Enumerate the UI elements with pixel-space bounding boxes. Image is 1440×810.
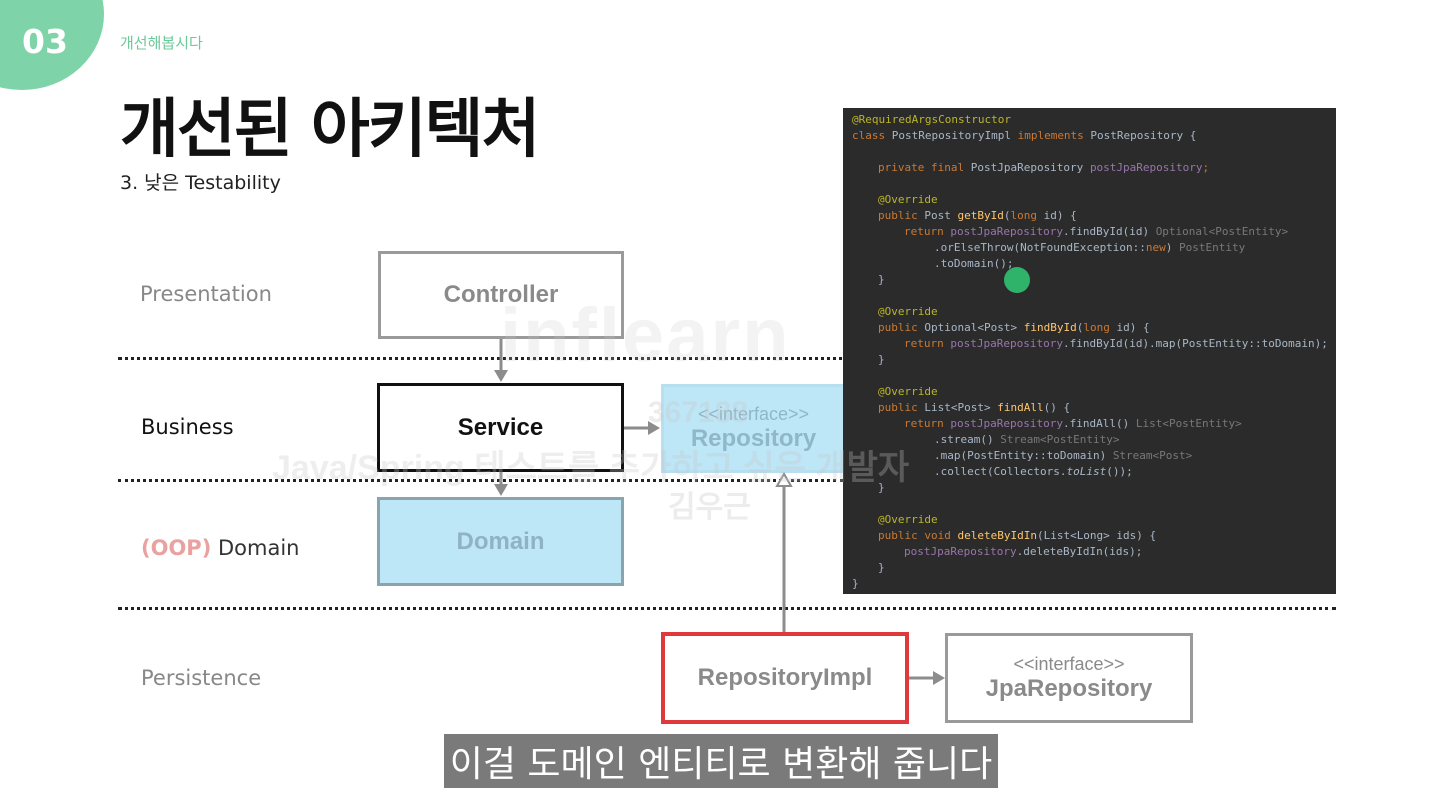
code-line: } xyxy=(878,273,885,286)
code-line: public List<Post> findAll() { xyxy=(878,401,1071,414)
cursor-highlight xyxy=(1004,267,1030,293)
code-line: } xyxy=(878,353,885,366)
code-line: class PostRepositoryImpl implements Post… xyxy=(852,129,1197,142)
code-line: postJpaRepository.deleteByIdIn(ids); xyxy=(904,545,1143,558)
code-line: @RequiredArgsConstructor xyxy=(852,113,1011,126)
code-line: .map(PostEntity::toDomain) Stream<Post> xyxy=(934,449,1193,462)
code-line: @Override xyxy=(878,305,938,318)
code-line: .stream() Stream<PostEntity> xyxy=(934,433,1120,446)
code-line: public Post getById(long id) { xyxy=(878,209,1077,222)
code-line: public void deleteByIdIn(List<Long> ids)… xyxy=(878,529,1157,542)
watermark-id: 367188 xyxy=(648,396,749,429)
code-line: public Optional<Post> findById(long id) … xyxy=(878,321,1150,334)
code-line: return postJpaRepository.findAll() List<… xyxy=(904,417,1242,430)
watermark-course: Java/Spring 테스트를 추가하고 싶은 개발자 xyxy=(272,449,910,487)
subtitle-caption: 이걸 도메인 엔티티로 변환해 줍니다 xyxy=(444,734,998,788)
code-line: return postJpaRepository.findById(id).ma… xyxy=(904,337,1328,350)
impl-jpa-arrowhead xyxy=(933,671,945,685)
code-line: @Override xyxy=(878,193,938,206)
code-line: .toDomain(); xyxy=(934,257,1014,270)
code-line: private final PostJpaRepository postJpaR… xyxy=(878,161,1210,174)
code-line: @Override xyxy=(878,513,938,526)
code-line: } xyxy=(878,561,885,574)
code-line: @Override xyxy=(878,385,938,398)
code-line: return postJpaRepository.findById(id) Op… xyxy=(904,225,1289,238)
watermark-name: 김우근 xyxy=(668,491,751,524)
code-panel: @RequiredArgsConstructor class PostRepos… xyxy=(843,108,1336,594)
watermark-brand: inflearn xyxy=(500,293,791,378)
code-line: .orElseThrow(NotFoundException::new) Pos… xyxy=(934,241,1246,254)
code-line: .collect(Collectors.toList()); xyxy=(934,465,1133,478)
code-line: } xyxy=(852,577,859,590)
